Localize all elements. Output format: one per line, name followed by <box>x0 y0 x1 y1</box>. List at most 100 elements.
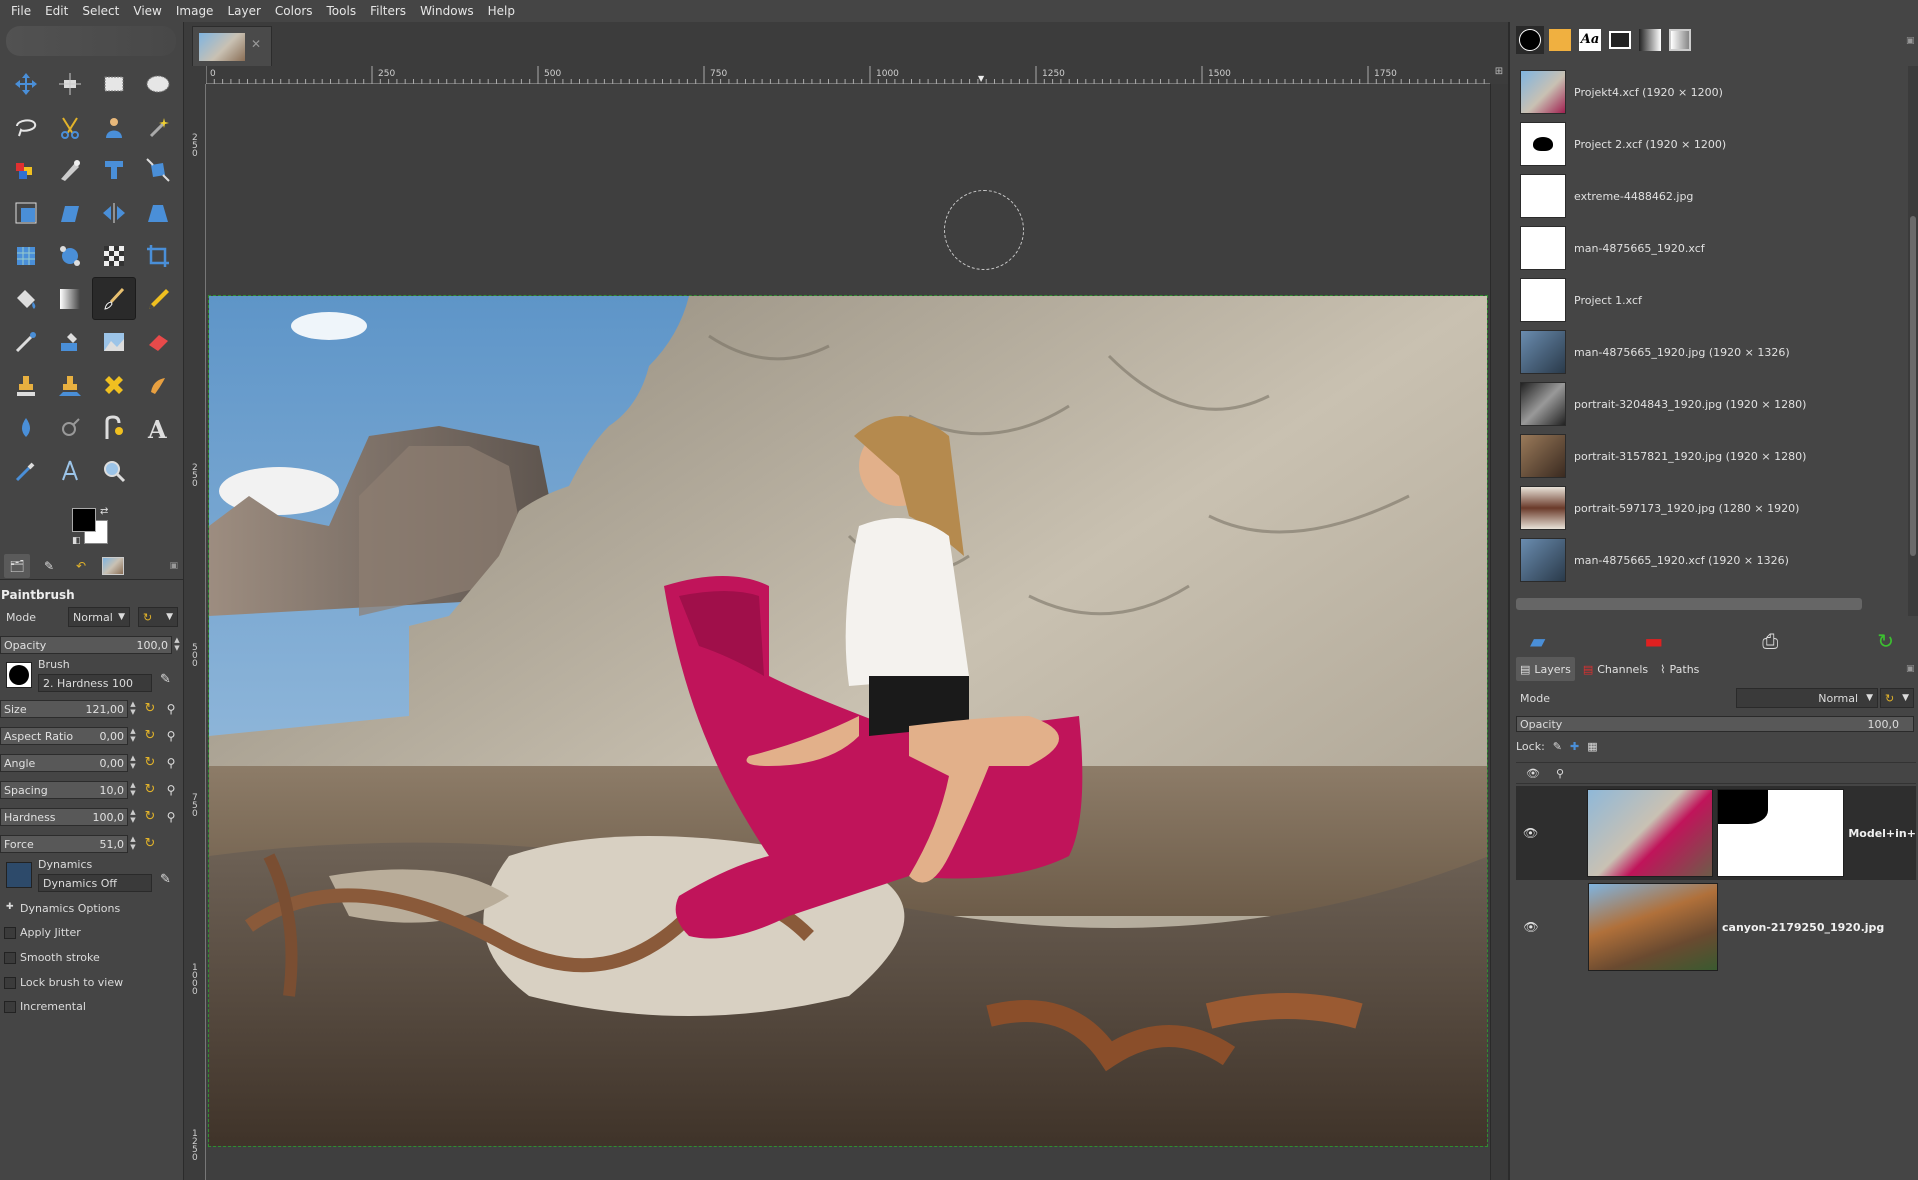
size-spinner[interactable]: ▲ ▼ <box>128 700 138 718</box>
perspective-clone-icon[interactable] <box>48 363 92 406</box>
hardness-spinner[interactable]: ▲ ▼ <box>128 808 138 826</box>
tool-options-tab-icon[interactable]: 🗂 <box>4 553 30 578</box>
unified-transform-icon[interactable] <box>136 148 180 191</box>
reset-force-icon[interactable]: ↻ <box>143 836 157 852</box>
fonts-tab-icon[interactable]: Aa <box>1576 26 1604 54</box>
list-item[interactable]: Projekt4.xcf (1920 × 1200) <box>1516 66 1908 118</box>
wilber-drop-area[interactable] <box>6 26 176 56</box>
dock-menu-icon[interactable]: ▣ <box>1906 664 1915 674</box>
layer-row[interactable]: 👁 Model+in+ <box>1516 786 1916 880</box>
gradients-tab-icon[interactable] <box>1636 26 1664 54</box>
dock-menu-icon[interactable]: ▣ <box>1906 36 1915 46</box>
image-tab[interactable]: ✕ <box>192 26 272 66</box>
dynamics-preview-icon[interactable] <box>6 862 32 888</box>
lock-alpha-icon[interactable]: ▦ <box>1587 740 1597 753</box>
horizontal-ruler[interactable]: 0 250 500 750 1000 1250 1500 1750 ▼ <box>206 66 1490 84</box>
angle-spinner[interactable]: ▲ ▼ <box>128 754 138 772</box>
reset-size-icon[interactable]: ↻ <box>143 701 157 717</box>
hardness-slider[interactable]: Hardness 100,0 <box>0 808 128 826</box>
fg-bg-colors[interactable]: ⇄ ◧ <box>70 506 118 550</box>
blur-sharpen-icon[interactable] <box>4 406 48 449</box>
scrollbar-thumb[interactable] <box>1910 216 1916 556</box>
foreground-select-icon[interactable] <box>92 105 136 148</box>
paths-tool-icon[interactable] <box>48 148 92 191</box>
brush-preview[interactable] <box>6 662 32 688</box>
layer-name[interactable]: canyon-2179250_1920.jpg <box>1722 921 1884 934</box>
rect-select-icon[interactable] <box>92 62 136 105</box>
layer-mask-thumbnail[interactable] <box>1716 789 1845 877</box>
default-colors-icon[interactable]: ◧ <box>72 536 81 546</box>
shear-tool-icon[interactable] <box>48 191 92 234</box>
measure-tool-icon[interactable] <box>92 406 136 449</box>
seamless-clone-icon[interactable] <box>92 234 136 277</box>
zoom-tool-icon[interactable] <box>92 449 136 492</box>
tab-channels[interactable]: ▤ Channels <box>1579 657 1652 681</box>
dodge-burn-icon[interactable] <box>48 406 92 449</box>
cage-transform-icon[interactable] <box>4 234 48 277</box>
layer-opacity-slider[interactable]: Opacity 100,0 <box>1516 716 1914 732</box>
eraser-tool-icon[interactable] <box>136 320 180 363</box>
layer-mode-reset[interactable]: ↻ ▼ <box>1880 688 1914 708</box>
incremental-checkbox[interactable] <box>4 1001 16 1013</box>
link-size-icon[interactable]: ⚲ <box>164 701 178 717</box>
layer-mode-select[interactable]: Normal ▼ <box>1736 688 1878 708</box>
reset-hardness-icon[interactable]: ↻ <box>143 809 157 825</box>
image-composition[interactable] <box>208 295 1488 1147</box>
menu-image[interactable]: Image <box>169 0 221 22</box>
heal-tool-icon[interactable] <box>92 363 136 406</box>
list-item[interactable]: man-4875665_1920.jpg (1920 × 1326) <box>1516 326 1908 378</box>
document-history-tab-icon[interactable] <box>1606 26 1634 54</box>
scissors-select-icon[interactable] <box>48 105 92 148</box>
expander-icon[interactable]: ✚ <box>6 902 14 912</box>
list-item[interactable]: portrait-597173_1920.jpg (1280 × 1920) <box>1516 482 1908 534</box>
device-status-tab-icon[interactable]: ✎ <box>36 554 62 578</box>
reset-angle-icon[interactable]: ↻ <box>143 755 157 771</box>
pencil-tool-icon[interactable] <box>136 277 180 320</box>
images-tab-icon[interactable] <box>1666 26 1694 54</box>
free-select-icon[interactable] <box>4 105 48 148</box>
canvas-vertical-scrollbar[interactable] <box>1490 84 1508 1180</box>
menu-windows[interactable]: Windows <box>413 0 481 22</box>
foreground-color-swatch[interactable] <box>72 508 96 532</box>
ink-tool-icon[interactable] <box>48 320 92 363</box>
gradient-tool-icon[interactable] <box>48 277 92 320</box>
bucket-fill-icon[interactable] <box>4 277 48 320</box>
reset-spacing-icon[interactable]: ↻ <box>143 782 157 798</box>
menu-view[interactable]: View <box>126 0 168 22</box>
lock-position-icon[interactable]: ✚ <box>1570 740 1579 753</box>
layer-row[interactable]: 👁 canyon-2179250_1920.jpg <box>1516 880 1916 974</box>
airbrush-tool-icon[interactable] <box>4 320 48 363</box>
perspective-tool-icon[interactable] <box>136 191 180 234</box>
link-spacing-icon[interactable]: ⚲ <box>164 782 178 798</box>
crop-tool-icon[interactable] <box>136 234 180 277</box>
menu-help[interactable]: Help <box>481 0 522 22</box>
force-spinner[interactable]: ▲ ▼ <box>128 835 138 853</box>
lock-brush-checkbox[interactable] <box>4 977 16 989</box>
images-tab-icon[interactable] <box>100 554 126 578</box>
images-list-scrollbar[interactable] <box>1908 66 1918 616</box>
lock-pixels-icon[interactable]: ✎ <box>1553 740 1562 753</box>
menu-colors[interactable]: Colors <box>268 0 320 22</box>
link-aspect-icon[interactable]: ⚲ <box>164 728 178 744</box>
list-item[interactable]: Project 2.xcf (1920 × 1200) <box>1516 118 1908 170</box>
close-icon[interactable]: ✕ <box>251 37 261 51</box>
list-item[interactable]: man-4875665_1920.xcf <box>1516 222 1908 274</box>
delete-image-icon[interactable]: ▬ <box>1644 631 1663 651</box>
size-slider[interactable]: Size 121,00 <box>0 700 128 718</box>
edit-brush-icon[interactable]: ✎ <box>160 672 171 687</box>
handle-transform-icon[interactable] <box>48 234 92 277</box>
menu-edit[interactable]: Edit <box>38 0 75 22</box>
undo-history-tab-icon[interactable]: ↶ <box>68 554 94 578</box>
reset-aspect-icon[interactable]: ↻ <box>143 728 157 744</box>
spacing-slider[interactable]: Spacing 10,0 <box>0 781 128 799</box>
opacity-spinner[interactable]: ▲ ▼ <box>172 636 182 654</box>
force-slider[interactable]: Force 51,0 <box>0 835 128 853</box>
paths-pen-icon[interactable] <box>48 449 92 492</box>
tab-paths[interactable]: ⌇ Paths <box>1656 657 1703 681</box>
print-icon[interactable]: ⎙ <box>1762 631 1778 651</box>
aspect-ratio-slider[interactable]: Aspect Ratio 0,00 <box>0 727 128 745</box>
dynamics-options-expander[interactable]: Dynamics Options <box>20 902 120 915</box>
list-item[interactable]: portrait-3204843_1920.jpg (1920 × 1280) <box>1516 378 1908 430</box>
move-tool-icon[interactable] <box>4 62 48 105</box>
menu-filters[interactable]: Filters <box>363 0 413 22</box>
